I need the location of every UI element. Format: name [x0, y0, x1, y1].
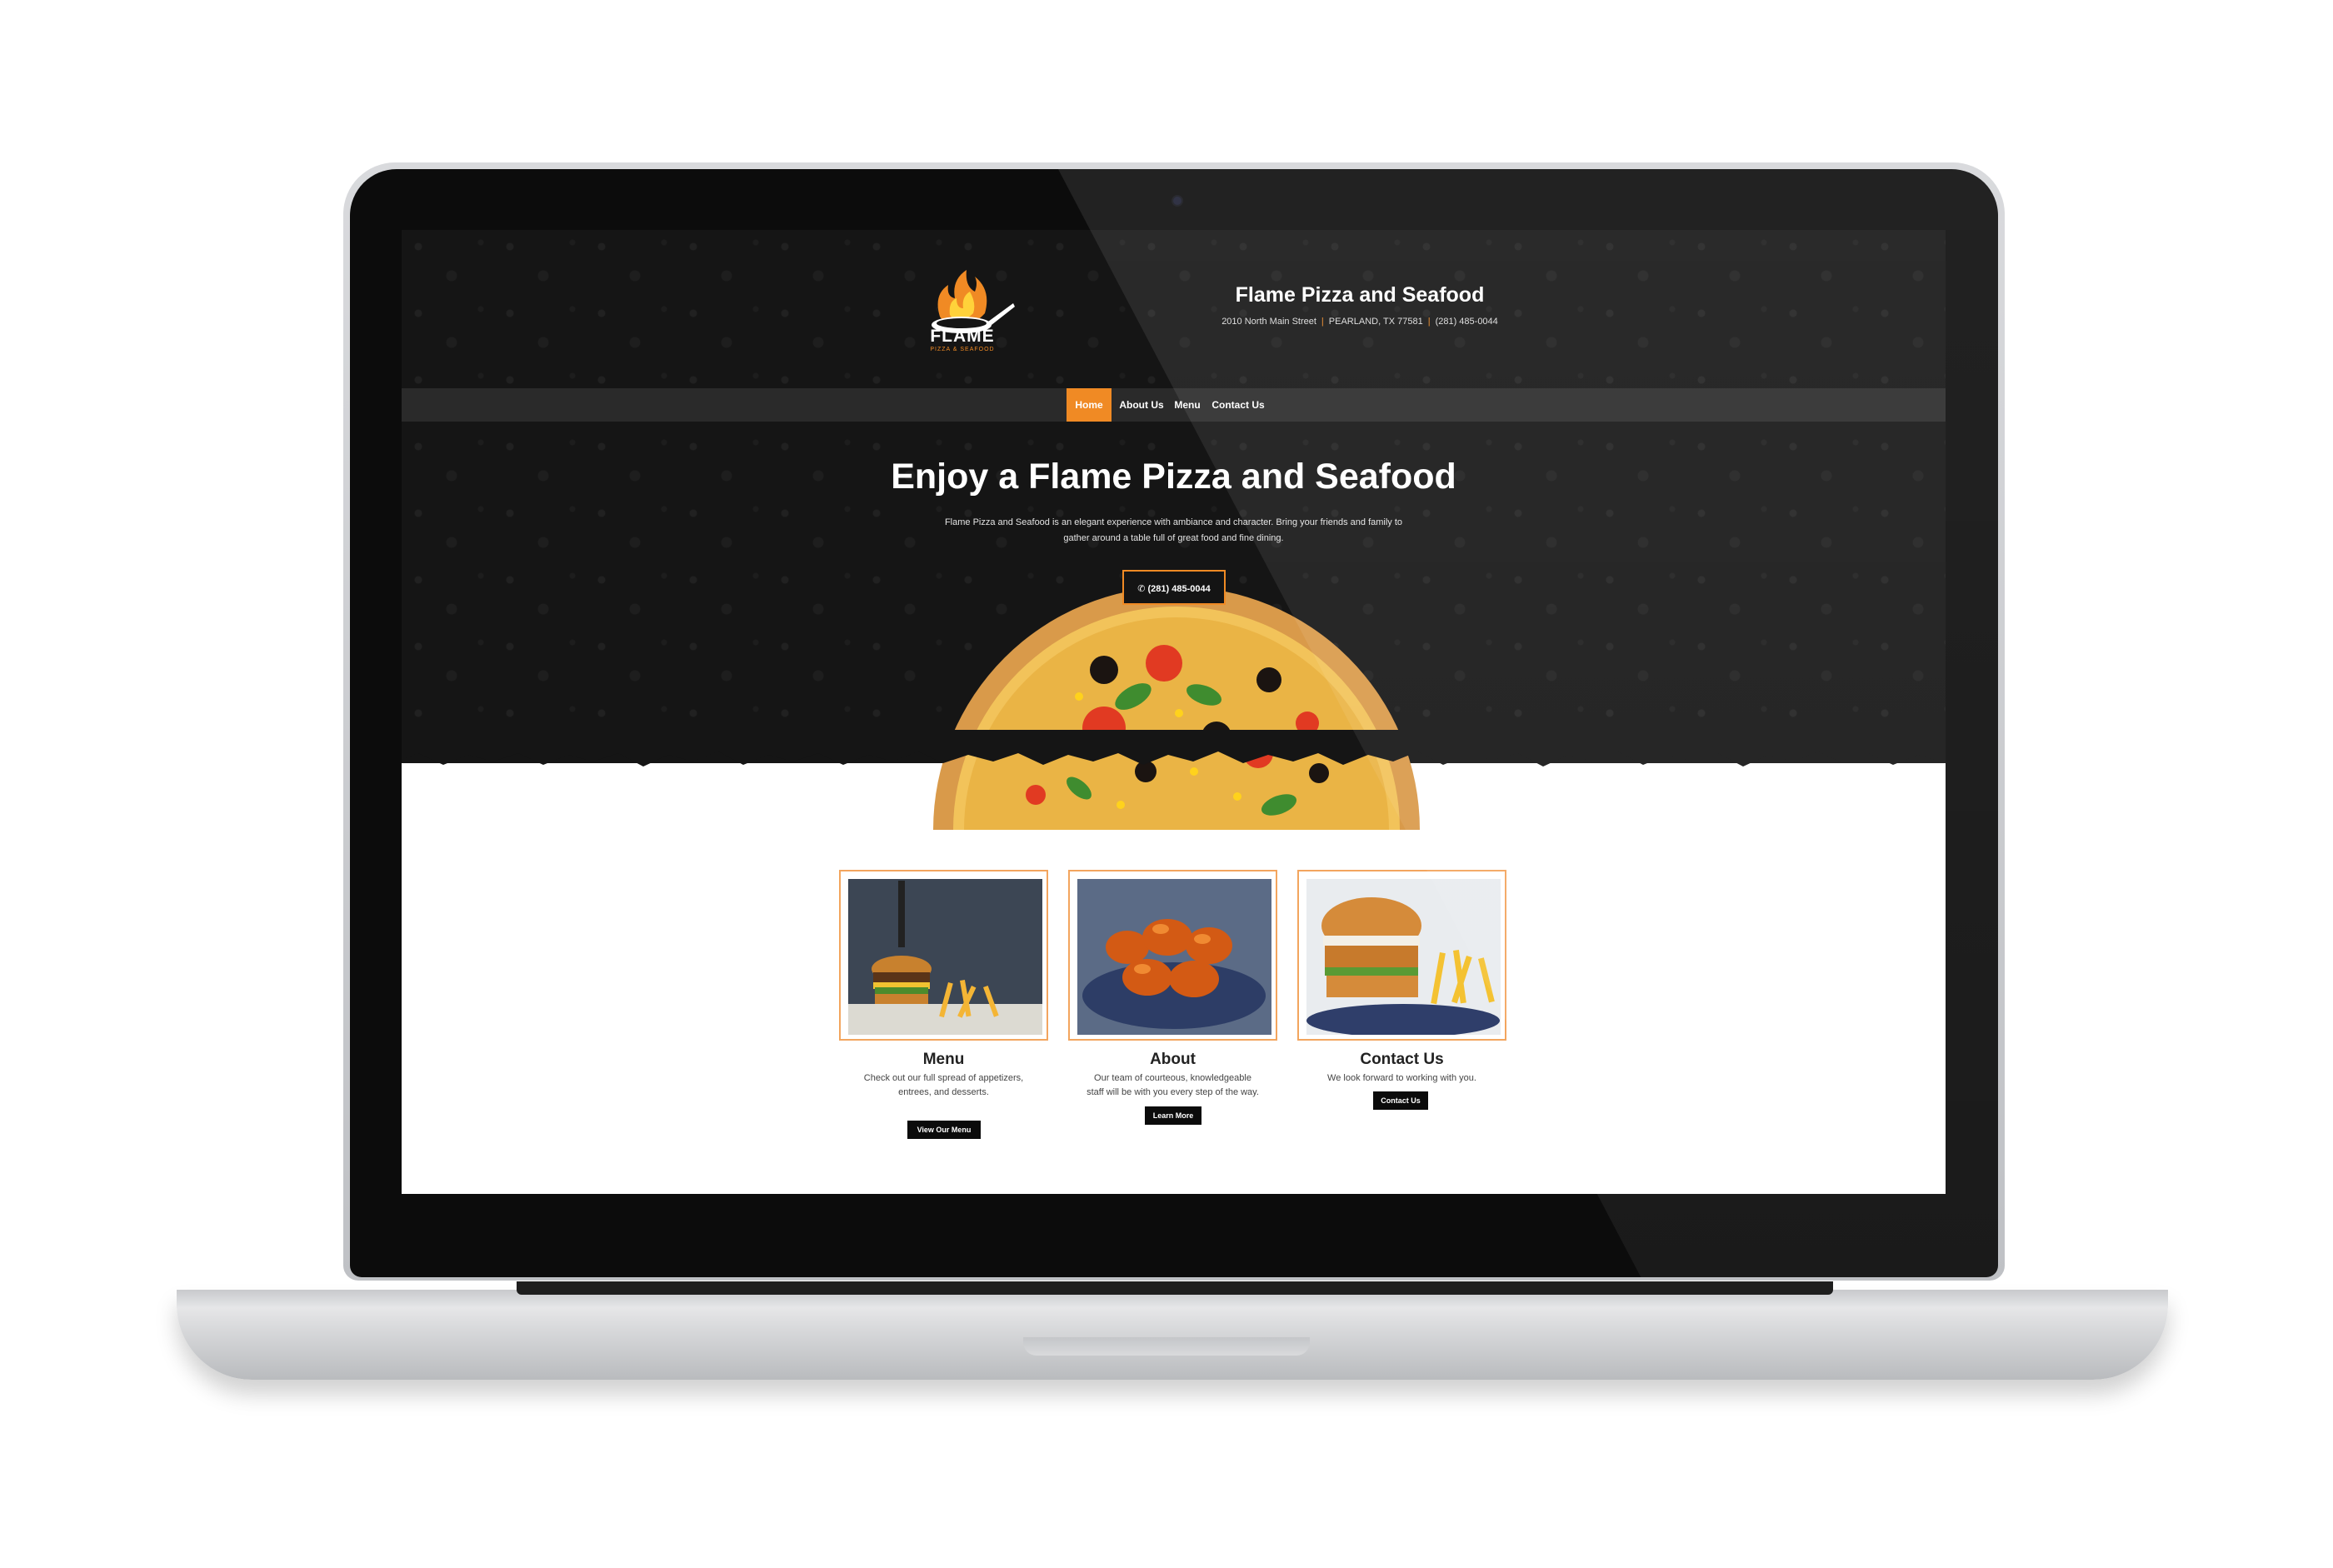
address-text: 2010 North Main Street [1221, 317, 1316, 327]
hero-description: Flame Pizza and Seafood is an elegant ex… [944, 517, 1403, 543]
contact-card-image[interactable] [1297, 870, 1506, 1041]
phone-link[interactable]: (281) 485-0044 [1436, 317, 1498, 327]
nav-item-menu[interactable]: Menu [1170, 388, 1205, 422]
hero-title: Enjoy a Flame Pizza and Seafood [891, 457, 1456, 497]
learn-more-button[interactable]: Learn More [1145, 1106, 1201, 1125]
nav-item-contact-us[interactable]: Contact Us [1206, 388, 1270, 422]
site-contact-info: 2010 North Main Street | PEARLAND, TX 7758… [1135, 317, 1585, 327]
menu-card-title: Menu [922, 1051, 965, 1068]
about-card-title: About [1150, 1051, 1196, 1068]
site-title: Flame Pizza and Seafood [1235, 283, 1485, 307]
contact-us-button[interactable]: Contact Us [1373, 1091, 1428, 1110]
burger-and-fries-photo [848, 879, 1042, 1035]
logo-subtitle: PIZZA & SEAFOOD [930, 347, 995, 352]
menu-card-image[interactable] [839, 870, 1048, 1041]
menu-card-text: Check out our full spread of appetizers,… [863, 1073, 1024, 1097]
laptop-opening-notch [1023, 1337, 1310, 1356]
nav-item-home[interactable]: Home [1067, 388, 1112, 422]
logo-wordmark: FLAME [930, 327, 995, 346]
webcam-icon [1173, 197, 1181, 205]
call-button[interactable]: ✆ (281) 485-0044 [1122, 570, 1226, 605]
divider: | [1427, 317, 1431, 327]
torn-paper-divider [402, 730, 1946, 767]
laptop-hinge [517, 1281, 1833, 1295]
browser-screen: FLAME PIZZA & SEAFOOD Flame Pizza and Se… [402, 230, 1946, 1194]
divider: | [1321, 317, 1324, 327]
about-card-image[interactable] [1068, 870, 1277, 1041]
glazed-shrimp-photo [1077, 879, 1271, 1035]
city-text: PEARLAND, TX 77581 [1328, 317, 1423, 327]
contact-card-title: Contact Us [1360, 1051, 1444, 1068]
view-menu-button[interactable]: View Our Menu [907, 1121, 981, 1139]
about-card-text: Our team of courteous, knowledgeable sta… [1087, 1073, 1259, 1097]
contact-card-text: We look forward to working with you. [1327, 1073, 1476, 1083]
phone-icon: ✆ [1137, 584, 1148, 594]
call-button-label: (281) 485-0044 [1147, 584, 1211, 594]
chicken-sandwich-photo [1306, 879, 1501, 1035]
pizza-photo [933, 587, 1420, 830]
nav-item-about-us[interactable]: About Us [1115, 388, 1168, 422]
